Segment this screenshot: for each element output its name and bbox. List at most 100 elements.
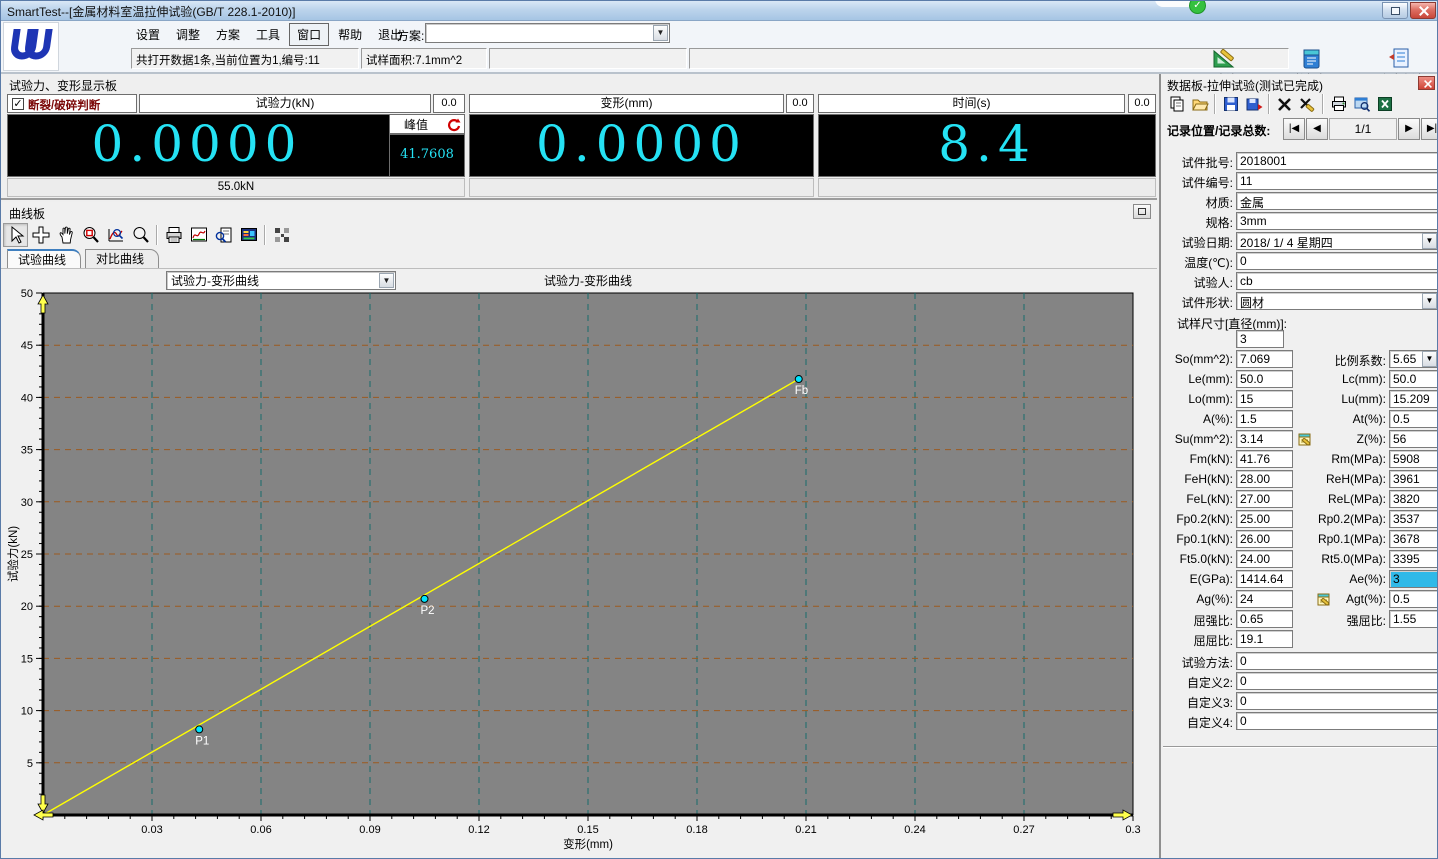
field-input-自定义4[interactable]: 0 — [1236, 712, 1438, 730]
zoom-region-tool[interactable] — [78, 223, 103, 247]
force-range-label: 55.0kN — [7, 178, 465, 197]
first-record-button[interactable]: |◀ — [1283, 118, 1305, 140]
field-input-FeH(kN)[interactable]: 28.00 — [1236, 470, 1293, 488]
field-input-So(mm^2)[interactable]: 7.069 — [1236, 350, 1293, 368]
delete-edit-button[interactable] — [1296, 94, 1319, 114]
field-input-规格[interactable]: 3mm — [1236, 212, 1438, 230]
pan-hand-tool[interactable] — [53, 223, 78, 247]
field-input-自定义2[interactable]: 0 — [1236, 672, 1438, 690]
select-cursor-tool[interactable] — [3, 223, 28, 247]
restore-button[interactable] — [1382, 2, 1408, 19]
copy-button[interactable] — [1165, 94, 1188, 114]
pair-row: Ft5.0(kN):24.00Rt5.0(MPa):3395 — [1161, 550, 1438, 570]
field-input-Z(%)[interactable]: 56 — [1389, 430, 1438, 448]
menu-item-工具[interactable]: 工具 — [249, 24, 287, 45]
field-input-ReL(MPa)[interactable]: 3820 — [1389, 490, 1438, 508]
chevron-down-icon[interactable]: ▼ — [1422, 233, 1437, 249]
open-button[interactable] — [1188, 94, 1211, 114]
data-panel-close-button[interactable] — [1418, 76, 1435, 90]
scheme-combobox[interactable]: ▼ — [425, 23, 670, 43]
tab-对比曲线[interactable]: 对比曲线 — [85, 249, 159, 268]
curve-type-value: 试验力-变形曲线 — [171, 273, 377, 289]
field-input-A(%)[interactable]: 1.5 — [1236, 410, 1293, 428]
print-report-button[interactable] — [1327, 94, 1350, 114]
menu-item-设置[interactable]: 设置 — [129, 24, 167, 45]
curve-maximize-button[interactable] — [1133, 204, 1151, 219]
force-deform-chart[interactable]: 0.030.060.090.120.150.180.210.240.270.35… — [1, 269, 1157, 859]
field-input-Lo(mm)[interactable]: 15 — [1236, 390, 1293, 408]
break-judge-checkbox-row[interactable]: ✓ 断裂/破碎判断 — [7, 94, 137, 113]
field-input-Su(mm^2)[interactable]: 3.14 — [1236, 430, 1293, 448]
field-input-试件编号[interactable]: 11 — [1236, 172, 1438, 190]
next-record-button[interactable]: ▶ — [1398, 118, 1420, 140]
menu-item-方案[interactable]: 方案 — [209, 24, 247, 45]
field-input-试件批号[interactable]: 2018001 — [1236, 152, 1438, 170]
menu-item-窗口[interactable]: 窗口 — [289, 23, 329, 46]
field-input-Rp0.1(MPa)[interactable]: 3678 — [1389, 530, 1438, 548]
field-input-温度(℃)[interactable]: 0 — [1236, 252, 1438, 270]
prev-record-button[interactable]: ◀ — [1306, 118, 1328, 140]
export-excel-button[interactable] — [1373, 94, 1396, 114]
field-input-材质[interactable]: 金属 — [1236, 192, 1438, 210]
data-search-tool[interactable] — [211, 223, 236, 247]
delete-record-button[interactable] — [1273, 94, 1296, 114]
print-curve-tool[interactable] — [161, 223, 186, 247]
curve-type-combobox[interactable]: 试验力-变形曲线 ▼ — [166, 271, 396, 290]
save-button[interactable] — [1219, 94, 1242, 114]
field-input-Fp0.2(kN)[interactable]: 25.00 — [1236, 510, 1293, 528]
chevron-down-icon[interactable]: ▼ — [1422, 293, 1437, 309]
chevron-down-icon[interactable]: ▼ — [653, 25, 668, 41]
field-input-FeL(kN)[interactable]: 27.00 — [1236, 490, 1293, 508]
field-input-自定义3[interactable]: 0 — [1236, 692, 1438, 710]
field-input-Ag(%)[interactable]: 24 — [1236, 590, 1293, 608]
field-input-At(%)[interactable]: 0.5 — [1389, 410, 1438, 428]
zoom-out-tool[interactable] — [128, 223, 153, 247]
y-tick-label: 25 — [21, 549, 33, 561]
close-button[interactable] — [1410, 2, 1436, 19]
field-input-Fm(kN)[interactable]: 41.76 — [1236, 450, 1293, 468]
field-input-Lc(mm)[interactable]: 50.0 — [1389, 370, 1438, 388]
field-label: 试件形状: — [1163, 294, 1233, 311]
chevron-down-icon[interactable]: ▼ — [379, 273, 394, 288]
menu-item-调整[interactable]: 调整 — [169, 24, 207, 45]
crosshair-move-tool[interactable] — [28, 223, 53, 247]
size-input[interactable]: 3 — [1236, 330, 1284, 348]
field-input-Agt(%)[interactable]: 0.5 — [1389, 590, 1438, 608]
field-input-屈强比[interactable]: 0.65 — [1236, 610, 1293, 628]
field-input-Rp0.2(MPa)[interactable]: 3537 — [1389, 510, 1438, 528]
field-input-Rt5.0(MPa)[interactable]: 3395 — [1389, 550, 1438, 568]
zoom-curve-tool[interactable] — [103, 223, 128, 247]
preview-button[interactable] — [1350, 94, 1373, 114]
peak-reset-icon[interactable] — [447, 118, 461, 132]
field-input-试件形状[interactable]: 圆材▼ — [1236, 292, 1438, 310]
field-input-ReH(MPa)[interactable]: 3961 — [1389, 470, 1438, 488]
field-input-E(GPa)[interactable]: 1414.64 — [1236, 570, 1293, 588]
record-navigation: 记录位置/记录总数: |◀ ◀ 1/1 ▶ ▶| — [1165, 118, 1437, 142]
field-input-强屈比[interactable]: 1.55 — [1389, 610, 1438, 628]
force-deform-display-panel: 试验力、变形显示板 ✓ 断裂/破碎判断 试验力(kN) 0.0 0.0000 峰… — [1, 74, 1157, 200]
field-input-比例系数[interactable]: 5.65▼ — [1389, 350, 1438, 368]
field-input-Lu(mm)[interactable]: 15.209 — [1389, 390, 1438, 408]
field-input-Ae(%)[interactable]: 3 — [1389, 570, 1438, 588]
save-as-button[interactable] — [1242, 94, 1265, 114]
tab-试验曲线[interactable]: 试验曲线 — [7, 249, 81, 268]
chevron-down-icon[interactable]: ▼ — [1422, 351, 1437, 367]
field-input-试验日期[interactable]: 2018/ 1/ 4 星期四▼ — [1236, 232, 1438, 250]
field-input-试验人[interactable]: cb — [1236, 272, 1438, 290]
print-pattern-tool[interactable] — [269, 223, 294, 247]
chart-settings-tool[interactable] — [186, 223, 211, 247]
break-judge-label: 断裂/破碎判断 — [28, 97, 100, 113]
field-input-屈屈比[interactable]: 19.1 — [1236, 630, 1293, 648]
display-board-tool[interactable] — [236, 223, 261, 247]
field-input-Le(mm)[interactable]: 50.0 — [1236, 370, 1293, 388]
marker-Fb — [795, 376, 802, 383]
save-as-icon — [1245, 95, 1263, 113]
x-tick-label: 0.3 — [1125, 824, 1140, 836]
field-input-Fp0.1(kN)[interactable]: 26.00 — [1236, 530, 1293, 548]
field-input-Ft5.0(kN)[interactable]: 24.00 — [1236, 550, 1293, 568]
field-input-试验方法[interactable]: 0 — [1236, 652, 1438, 670]
menu-item-帮助[interactable]: 帮助 — [331, 24, 369, 45]
checkbox-checked-icon[interactable]: ✓ — [12, 98, 24, 110]
last-record-button[interactable]: ▶| — [1421, 118, 1438, 140]
field-input-Rm(MPa)[interactable]: 5908 — [1389, 450, 1438, 468]
